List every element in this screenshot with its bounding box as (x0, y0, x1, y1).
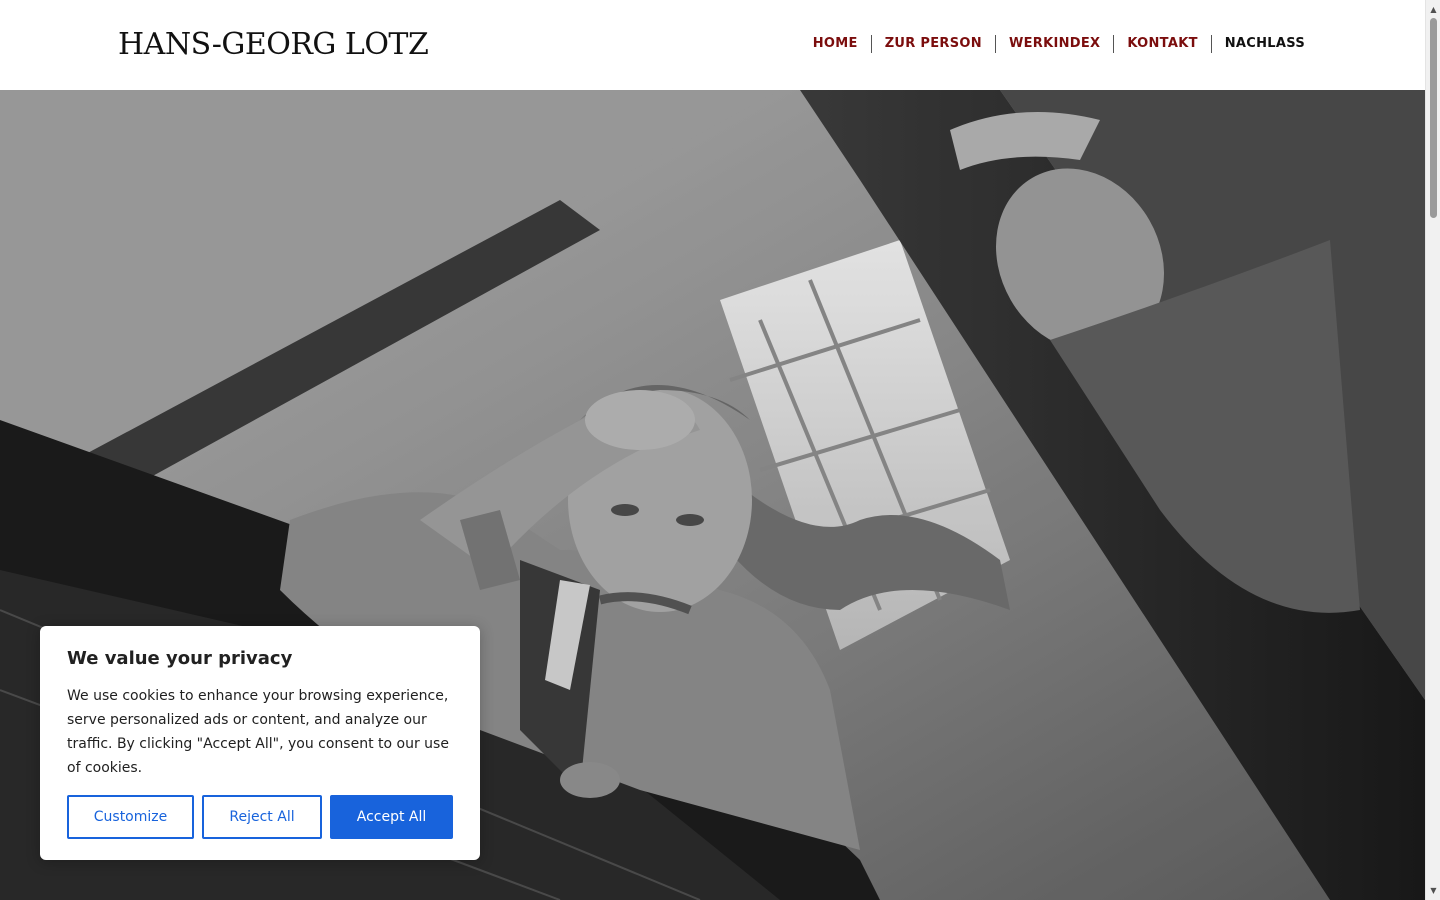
site-header: HANS-GEORG LOTZ HOME ZUR PERSON WERKINDE… (0, 0, 1425, 90)
accept-all-button[interactable]: Accept All (330, 795, 453, 839)
nav-item-nachlass[interactable]: NACHLASS (1210, 35, 1305, 53)
customize-button[interactable]: Customize (67, 795, 194, 839)
scroll-up-icon[interactable]: ▲ (1426, 2, 1440, 17)
cookie-title: We value your privacy (67, 648, 293, 669)
scroll-thumb[interactable] (1430, 18, 1437, 218)
reject-all-button[interactable]: Reject All (202, 795, 322, 839)
nav-item-home[interactable]: HOME (800, 35, 871, 53)
nav-item-kontakt[interactable]: KONTAKT (1113, 35, 1210, 53)
scroll-down-icon[interactable]: ▼ (1426, 883, 1440, 898)
cookie-consent-banner: We value your privacy We use cookies to … (40, 626, 480, 860)
page-scrollbar[interactable]: ▲ ▼ (1425, 0, 1440, 900)
nav-item-werkindex[interactable]: WERKINDEX (994, 35, 1113, 53)
nav-item-zur-person[interactable]: ZUR PERSON (870, 35, 995, 53)
cookie-button-group: Customize Reject All Accept All (67, 795, 453, 839)
main-nav: HOME ZUR PERSON WERKINDEX KONTAKT NACHLA… (800, 35, 1305, 53)
cookie-description: We use cookies to enhance your browsing … (67, 688, 449, 776)
site-logo[interactable]: HANS-GEORG LOTZ (118, 26, 429, 64)
